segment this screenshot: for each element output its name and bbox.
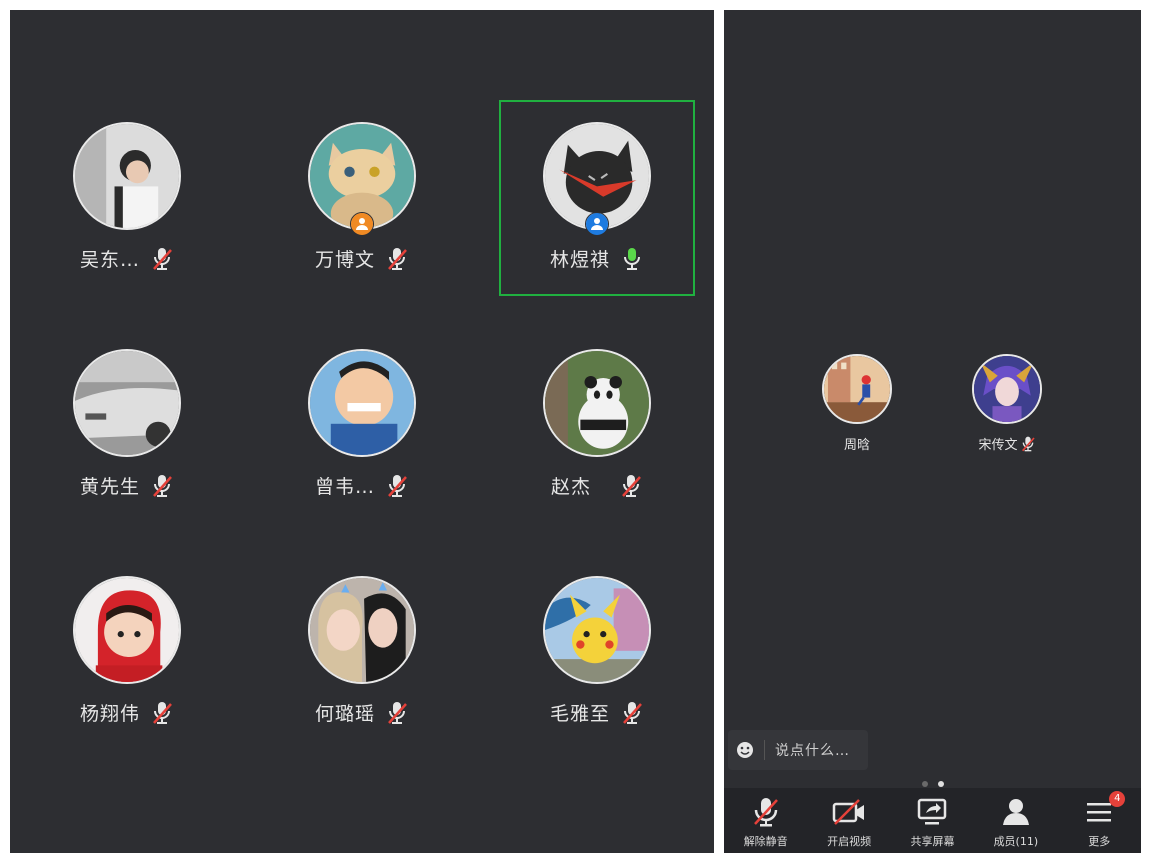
participant-tile[interactable]: 何璐瑶 — [264, 554, 460, 750]
participant-name-row: 周晗 — [807, 434, 907, 453]
share-screen-label: 共享屏幕 — [910, 835, 955, 848]
members-icon — [1002, 799, 1029, 825]
participant-tile[interactable]: 毛雅至 — [499, 554, 695, 750]
participant-name-row: 曾韦… — [264, 472, 460, 499]
participant-avatar — [73, 122, 181, 230]
participant-name-row: 何璐瑶 — [264, 699, 460, 726]
unmute-button[interactable]: 解除静音 — [726, 788, 806, 849]
members-label: 成员(11) — [993, 835, 1039, 848]
participant-tile[interactable]: 黄先生 — [29, 327, 225, 523]
mic-muted-icon — [385, 473, 409, 499]
participant-avatar — [972, 354, 1042, 424]
start-video-button[interactable]: 开启视频 — [809, 788, 889, 849]
notification-badge: 4 — [1109, 791, 1126, 807]
participant-name-row: 林煜祺 — [499, 245, 695, 272]
participant-name: 杨翔伟 — [79, 703, 140, 725]
participant-name: 赵杰 — [550, 476, 591, 498]
participant-avatar — [822, 354, 892, 424]
participant-name-row: 杨翔伟 — [29, 699, 225, 726]
page-dot-current[interactable] — [937, 781, 944, 787]
more-label: 更多 — [1088, 835, 1111, 848]
participant-avatar — [543, 349, 651, 457]
page-dot[interactable] — [921, 781, 928, 787]
meeting-toolbar: 解除静音 开启视频 共享屏幕 成员(11) 4 更多 — [724, 788, 1141, 853]
mic-muted-icon — [385, 246, 409, 272]
participant-name: 曾韦… — [314, 476, 375, 498]
participant-name: 毛雅至 — [549, 703, 610, 725]
participant-name: 林煜祺 — [549, 249, 610, 271]
participant-tile[interactable]: 万博文 — [264, 100, 460, 296]
participant-name: 万博文 — [314, 249, 375, 271]
chat-divider — [764, 740, 765, 760]
participant-tile[interactable]: 吴东… — [29, 100, 225, 296]
participant-avatar — [308, 349, 416, 457]
participant-tile[interactable]: 曾韦… — [264, 327, 460, 523]
members-button[interactable]: 成员(11) — [976, 788, 1056, 849]
participant-name: 黄先生 — [79, 476, 140, 498]
more-button[interactable]: 4 更多 — [1059, 788, 1139, 849]
video-grid-page-1: 吴东… 万博文 林煜祺 黄先生 曾韦… 赵杰 杨翔伟 何璐瑶 毛雅至 — [10, 10, 714, 853]
mic-muted-icon — [1020, 435, 1036, 453]
video-off-icon — [832, 799, 865, 825]
participant-avatar — [543, 576, 651, 684]
participant-avatar — [73, 349, 181, 457]
share-screen-icon — [918, 798, 947, 825]
video-grid-page-2: 周晗 宋传文 说点什么… 解除静音 开启视频 共享屏幕 成员(11) 4 更多 — [724, 10, 1141, 853]
share-screen-button[interactable]: 共享屏幕 — [892, 788, 972, 849]
unmute-label: 解除静音 — [743, 835, 788, 848]
participant-tile[interactable]: 赵杰 — [499, 327, 695, 523]
chat-input[interactable]: 说点什么… — [728, 730, 868, 770]
participant-name: 何璐瑶 — [314, 703, 375, 725]
mic-muted-icon — [619, 473, 643, 499]
participant-tile-active-speaker[interactable]: 林煜祺 — [499, 100, 695, 296]
participant-avatar — [73, 576, 181, 684]
mic-muted-icon — [150, 473, 174, 499]
mic-muted-icon — [150, 246, 174, 272]
participant-tile[interactable]: 周晗 — [807, 354, 907, 453]
mic-muted-icon — [385, 700, 409, 726]
chat-placeholder: 说点什么… — [775, 743, 850, 759]
participant-tile[interactable]: 杨翔伟 — [29, 554, 225, 750]
smile-icon[interactable] — [736, 741, 754, 759]
participant-name-row: 黄先生 — [29, 472, 225, 499]
participant-name: 吴东… — [79, 249, 140, 271]
host-badge-icon — [350, 212, 374, 236]
mic-active-icon — [620, 246, 644, 272]
participant-name: 周晗 — [843, 438, 870, 453]
mic-muted-icon — [753, 798, 778, 827]
participant-name-row: 万博文 — [264, 245, 460, 272]
host-badge-icon — [585, 212, 609, 236]
participant-name-row: 毛雅至 — [499, 699, 695, 726]
participant-name-row: 赵杰 — [499, 472, 695, 499]
participant-name-row: 吴东… — [29, 245, 225, 272]
mic-muted-icon — [620, 700, 644, 726]
start-video-label: 开启视频 — [827, 835, 872, 848]
participant-tile[interactable]: 宋传文 — [957, 354, 1057, 453]
participant-name-row: 宋传文 — [957, 434, 1057, 453]
participant-avatar — [308, 576, 416, 684]
participant-name: 宋传文 — [978, 438, 1018, 453]
mic-muted-icon — [150, 700, 174, 726]
